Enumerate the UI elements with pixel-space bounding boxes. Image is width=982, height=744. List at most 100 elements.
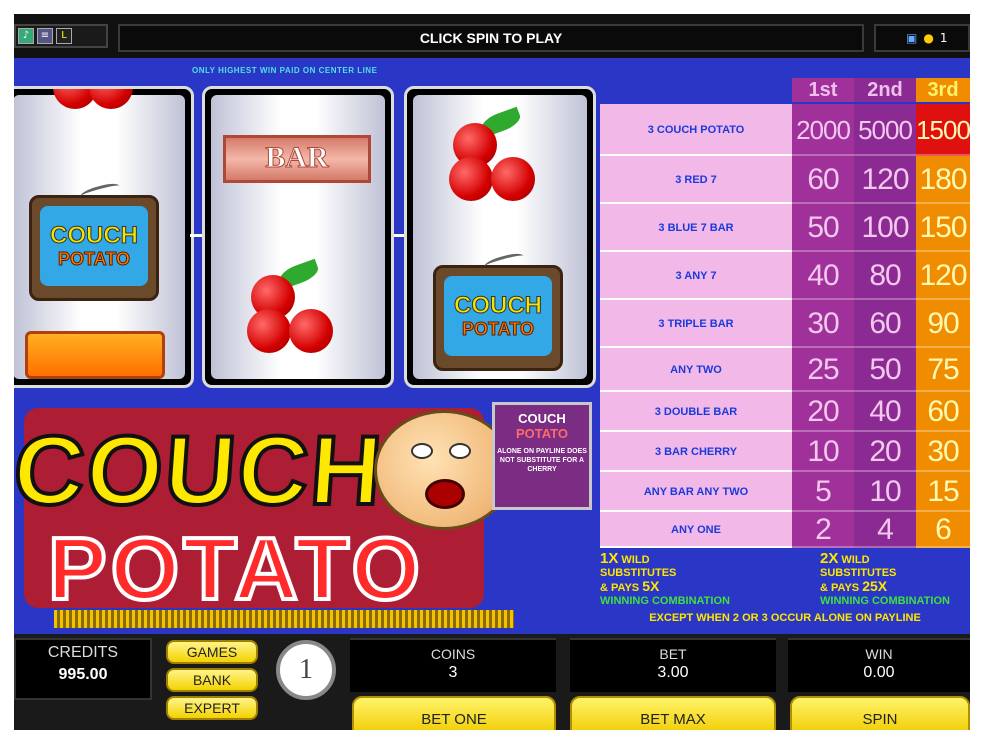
paytable-symbol-label: 3 BAR CHERRY [654,446,738,458]
couch-potato-symbol: COUCH POTATO [433,250,563,371]
paytable-value: 180 [916,156,970,204]
coins-value: 3 [448,664,458,681]
seven-symbol [25,331,165,379]
bet-one-button[interactable]: BET ONE [352,696,556,730]
lobby-icon[interactable]: L [56,28,72,44]
paytable-value: 60 [854,300,916,348]
bank-button[interactable]: BANK [166,668,258,692]
credits-panel: CREDITS 995.00 [14,638,152,700]
paytable-value: 25 [792,348,854,392]
paytable-symbol-label: 3 BLUE 7 BAR [658,222,734,234]
paytable-symbol-label: 3 ANY 7 [675,270,717,282]
games-button[interactable]: GAMES [166,640,258,664]
paytable-symbol-label: 3 COUCH POTATO [647,124,745,136]
paytable-value: 30 [916,432,970,472]
paytable-value: 20 [854,432,916,472]
win-label: WIN [865,646,893,662]
reel-3: COUCH POTATO [404,86,596,388]
network-icon: ▣ [906,31,918,45]
coin-size-button[interactable]: 1 [276,640,336,700]
credits-label: CREDITS [47,644,119,661]
reel-1: COUCH POTATO [14,86,194,388]
paytable-symbol: ANY TWO [600,348,792,392]
status-message: CLICK SPIN TO PLAY [118,24,864,52]
tv-potato-text: POTATO [462,319,535,340]
paytable-value: 6 [916,512,970,548]
paytable-value: 150 [916,204,970,252]
paytable-symbol-label: ANY TWO [670,364,722,376]
paytable-symbol: ANY ONE [600,512,792,548]
paytable-symbol: 3 RED 7 [600,156,792,204]
paytable-value: 10 [792,432,854,472]
paytable-value: 1500 [916,104,970,156]
paytable-value: 50 [854,348,916,392]
paytable-value: 120 [916,252,970,300]
paytable-value: 90 [916,300,970,348]
win-value: 0.00 [863,664,895,681]
paytable-value: 20 [792,392,854,432]
paytable-value: 2000 [792,104,854,156]
wild-rule: 1X WILD SUBSTITUTES & PAYS 5X WINNING COMBI… [600,550,730,607]
coins-label: COINS [430,646,476,662]
paytable-value: 40 [854,392,916,432]
paytable-symbol: 3 COUCH POTATO [600,104,792,156]
paytable-value: 100 [854,204,916,252]
note-body: ALONE ON PAYLINE DOES NOT SUBSTITUTE FOR… [497,448,587,473]
bet-value: 3.00 [657,664,689,681]
tv-couch-text: COUCH [454,292,543,319]
game-window: ♪ ≡ L CLICK SPIN TO PLAY ▣ ● 1 ONLY HIGH… [14,14,970,730]
win-panel: WIN 0.00 [788,638,970,692]
bet-panel: BET 3.00 [570,638,776,692]
credits-value: 995.00 [58,666,108,683]
logo-potato: POTATO [46,517,424,620]
spin-button[interactable]: SPIN [790,696,970,730]
paytable-symbol-label: 3 RED 7 [675,174,717,186]
play-area: ONLY HIGHEST WIN PAID ON CENTER LINE COU… [14,58,970,634]
control-panel: CREDITS 995.00 GAMES BANK EXPERT 1 COINS… [14,634,970,730]
wild-info: 1X WILD SUBSTITUTES & PAYS 5X WINNING COMBI… [600,550,970,624]
bet-max-button[interactable]: BET MAX [570,696,776,730]
cherry-symbol [247,258,337,355]
toolbar-icons: ♪ ≡ L [14,24,108,48]
bag-icon: ● [923,31,934,45]
paytable-symbol-label: 3 DOUBLE BAR [654,406,738,418]
paytable-value: 120 [854,156,916,204]
coins-panel: COINS 3 [350,638,556,692]
paytable-value: 75 [916,348,970,392]
paytable-symbol: 3 ANY 7 [600,252,792,300]
cherry-symbol [449,106,539,203]
paytable-value: 40 [792,252,854,300]
reel-2: BAR [202,86,394,388]
wild-exception: EXCEPT WHEN 2 OR 3 OCCUR ALONE ON PAYLIN… [649,612,921,624]
sofa-fringe [54,610,514,628]
tv-potato-text: POTATO [58,249,131,270]
paytable-value: 15 [916,472,970,512]
paytable-column-header: 3rd [916,78,970,102]
payline-marker [190,234,202,237]
paytable-symbol: 3 TRIPLE BAR [600,300,792,348]
paytable-column-header: 2nd [854,78,916,102]
paytable-symbol: 3 DOUBLE BAR [600,392,792,432]
stats-icon[interactable]: ≡ [37,28,53,44]
paytable-value: 30 [792,300,854,348]
paytable-value: 50 [792,204,854,252]
logo-couch: COUCH [14,413,389,527]
paytable-symbol-label: ANY ONE [671,524,721,536]
top-bar: ♪ ≡ L CLICK SPIN TO PLAY ▣ ● 1 [14,14,970,58]
paytable-symbol: 3 BAR CHERRY [600,432,792,472]
paytable-value: 60 [792,156,854,204]
note-title-2: POTATO [516,426,568,441]
paytable-value: 5000 [854,104,916,156]
wild-note: COUCH POTATO ALONE ON PAYLINE DOES NOT S… [492,402,592,510]
couch-potato-symbol: COUCH POTATO [29,180,159,301]
bar-symbol: BAR [223,135,371,183]
wild-rule: 2X WILD SUBSTITUTES & PAYS 25X WINNING COMB… [820,550,950,607]
paytable-symbol: ANY BAR ANY TWO [600,472,792,512]
expert-button[interactable]: EXPERT [166,696,258,720]
paytable-value: 60 [916,392,970,432]
tv-couch-text: COUCH [50,222,139,249]
payline-hint: ONLY HIGHEST WIN PAID ON CENTER LINE [192,66,378,75]
paytable-value: 2 [792,512,854,548]
sound-icon[interactable]: ♪ [18,28,34,44]
paytable-column-header: 1st [792,78,854,102]
